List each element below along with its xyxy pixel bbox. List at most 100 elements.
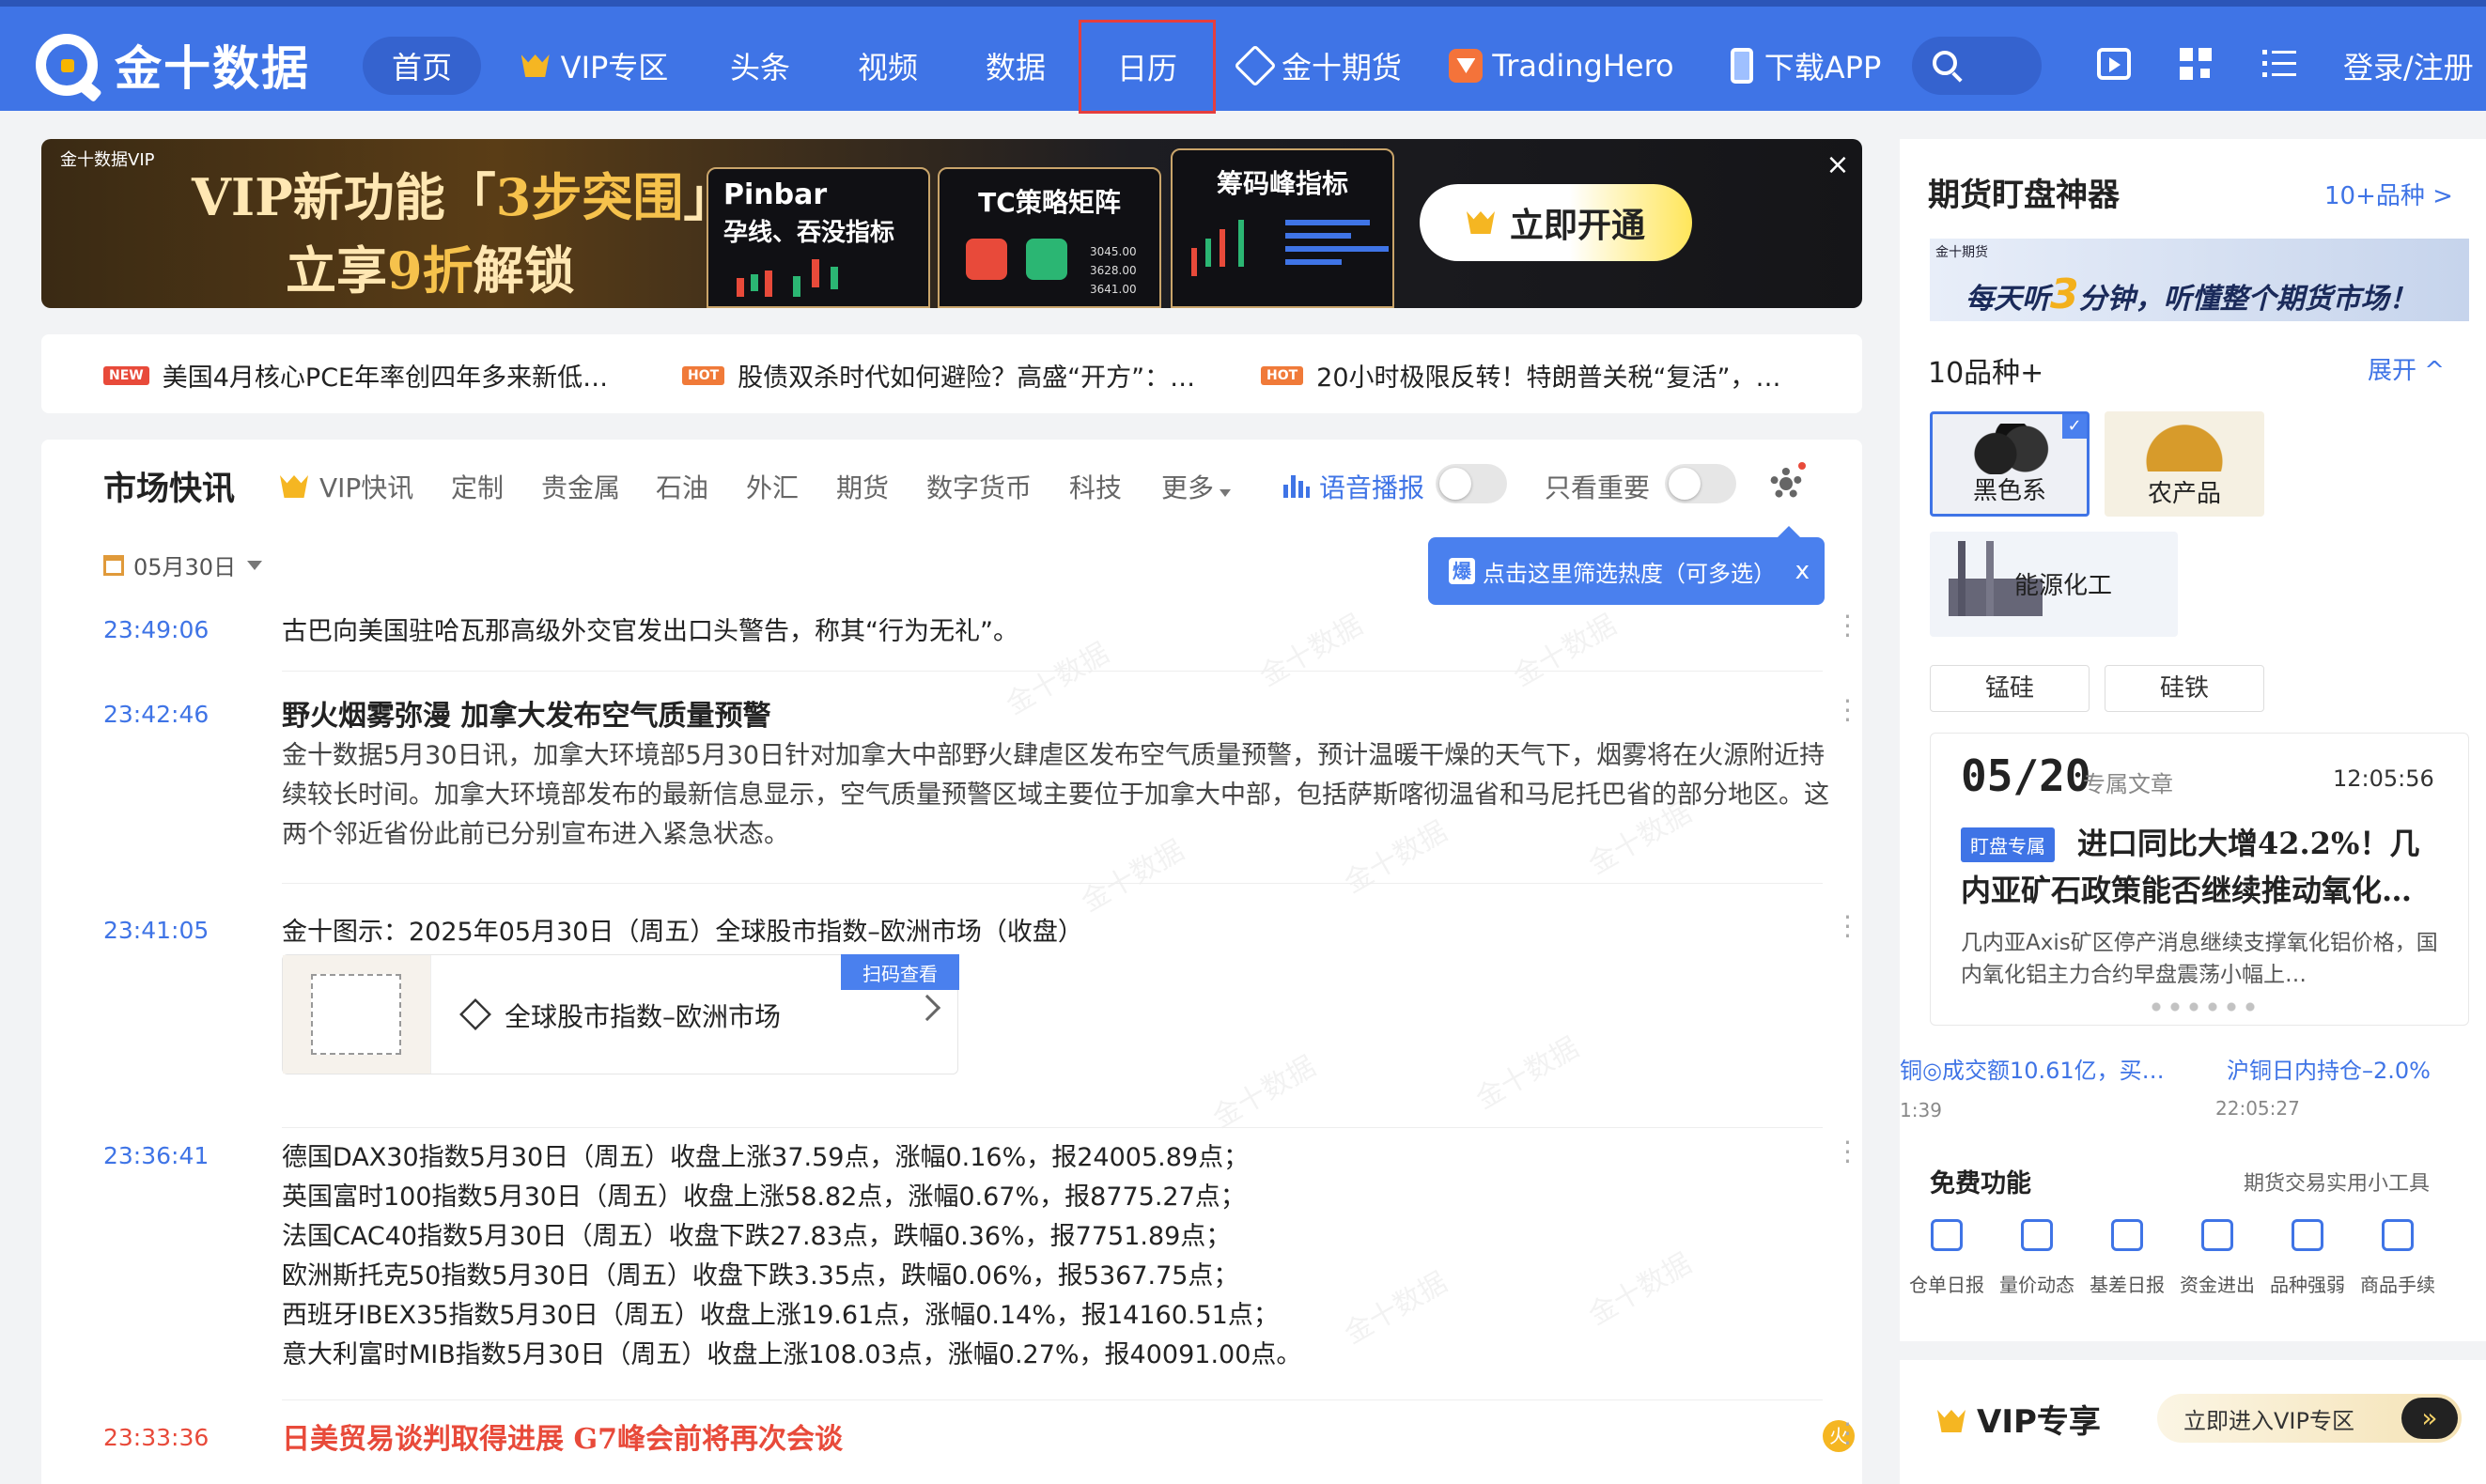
category-energy-chemical[interactable]: 能源化工 <box>1930 532 2178 637</box>
article-type: 专属文章 <box>2083 771 2173 797</box>
banner-brand: 金十数据VIP <box>60 150 155 170</box>
flash-headline: 日美贸易谈判取得进展 G7峰会前将再次会谈 <box>282 1423 843 1456</box>
nav-video[interactable]: 视频 <box>846 37 930 95</box>
flash-time: 23:41:05 <box>103 917 210 944</box>
login-register-link[interactable]: 登录/注册 <box>2343 44 2474 87</box>
nav-futures[interactable]: 金十期货 <box>1234 37 1404 95</box>
vip-promo-banner[interactable]: 金十数据VIP VIP新功能「3步突围」 立享9折解锁 Pinbar 孕线、吞没… <box>41 139 1862 308</box>
search-icon <box>1933 51 1957 75</box>
more-options-icon[interactable]: · · · <box>1843 1412 1853 1457</box>
strength-icon <box>2292 1219 2323 1251</box>
close-icon[interactable]: x <box>1795 557 1810 585</box>
ticker-item[interactable]: HOT 股债双杀时代如何避险？高盛“开方”：… <box>682 357 1246 394</box>
hot-icon: 爆 <box>1449 558 1475 584</box>
qrcode-icon[interactable] <box>2180 48 2214 80</box>
tab-futures[interactable]: 期货 <box>836 468 889 505</box>
commission-icon <box>2382 1219 2414 1251</box>
nav-download-app[interactable]: 下载APP <box>1723 37 1888 95</box>
category-ferrous[interactable]: ✓ 黑色系 <box>1930 411 2090 517</box>
article-time: 12:05:56 <box>2333 765 2434 792</box>
tab-more[interactable]: 更多 <box>1161 468 1232 505</box>
flash-text: 古巴向美国驻哈瓦那高级外交官发出口头警告，称其“行为无礼”。 <box>282 617 1018 646</box>
tool-fund-flow[interactable]: 资金进出 <box>2172 1219 2262 1297</box>
free-tools-subtitle: 期货交易实用小工具 <box>2244 1172 2431 1196</box>
flash-body: 金十数据5月30日讯，加拿大环境部5月30日针对加拿大中部野火肆虐区发布空气质量… <box>282 741 1829 849</box>
market-marquee[interactable]: 铜◎成交额10.61亿，买… <box>1900 1052 2165 1085</box>
calendar-icon <box>103 554 124 576</box>
date-selector[interactable]: 05月30日 <box>103 549 263 581</box>
ticker-item[interactable]: NEW 美国4月核心PCE年率创四年多来新低… <box>103 357 667 394</box>
category-title: 10品种+ <box>1928 357 2044 390</box>
carousel-dots[interactable] <box>2147 1002 2260 1012</box>
ticker-item[interactable]: HOT 20小时极限反转！特朗普关税“复活”，… <box>1261 357 1843 394</box>
tab-tech[interactable]: 科技 <box>1069 468 1122 505</box>
activate-vip-button[interactable]: 立即开通 <box>1420 184 1692 261</box>
basis-chart-icon <box>2111 1219 2143 1251</box>
flash-text: 金十图示：2025年05月30日（周五）全球股市指数–欧洲市场（收盘） <box>282 918 1083 947</box>
logo[interactable]: 金十数据 <box>36 34 310 96</box>
crown-icon <box>1466 211 1495 234</box>
important-only-toggle[interactable] <box>1665 464 1736 503</box>
close-icon[interactable]: × <box>1823 150 1853 180</box>
gear-icon[interactable] <box>1770 468 1802 500</box>
tab-vip-flash[interactable]: VIP快讯 <box>280 468 413 505</box>
exclusive-article-card[interactable]: 05/20 专属文章 12:05:56 进口同比大增42.2%！几内亚矿石政策能… <box>1930 733 2469 1026</box>
more-varieties-link[interactable]: 10+品种 > <box>2324 177 2453 211</box>
tab-custom[interactable]: 定制 <box>451 468 504 505</box>
tab-oil[interactable]: 石油 <box>656 468 708 505</box>
watermark: 金十数据 <box>1470 1030 1585 1117</box>
voice-broadcast-toggle[interactable] <box>1436 464 1507 503</box>
expand-link[interactable]: 展开 ^ <box>2368 351 2445 386</box>
variety-pill[interactable]: 锰硅 <box>1930 665 2090 712</box>
warehouse-icon <box>1931 1219 1963 1251</box>
nav-data[interactable]: 数据 <box>973 37 1058 95</box>
article-date: 05/20 <box>1961 750 2091 801</box>
flash-time: 23:33:36 <box>103 1424 210 1451</box>
marquee-time: 1:39 <box>1900 1099 1942 1121</box>
more-options-icon[interactable]: · · · <box>1843 688 1853 734</box>
tab-crypto[interactable]: 数字货币 <box>926 468 1032 505</box>
banner-headline-2: 立享9折解锁 <box>286 240 575 301</box>
enter-vip-zone-button[interactable]: 立即进入VIP专区» <box>2157 1394 2462 1443</box>
tool-basis-daily[interactable]: 基差日报 <box>2082 1219 2172 1297</box>
tool-variety-strength[interactable]: 品种强弱 <box>2262 1219 2353 1297</box>
nav-home[interactable]: 首页 <box>363 37 481 95</box>
nav-calendar[interactable]: 日历 <box>1079 20 1216 114</box>
category-agricultural[interactable]: 农产品 <box>2105 411 2264 517</box>
article-desc: 几内亚Axis矿区停产消息继续支撑氧化铝价格，国内氧化铝主力合约早盘震荡小幅上… <box>1961 931 2438 987</box>
tool-warehouse-receipt[interactable]: 仓单日报 <box>1902 1219 1992 1297</box>
article-tag: 盯盘专属 <box>1961 827 2055 862</box>
nav-tradinghero[interactable]: TradingHero <box>1449 37 1674 95</box>
tool-commission[interactable]: 商品手续 <box>2353 1219 2443 1297</box>
futures-sidebar: 期货盯盘神器 10+品种 > 金十期货 每天听3分钟，听懂整个期货市场！ 10品… <box>1900 139 2486 1341</box>
futures-audio-promo[interactable]: 金十期货 每天听3分钟，听懂整个期货市场！ <box>1930 239 2469 321</box>
search-button[interactable] <box>1912 37 2042 95</box>
checkmark-icon: ✓ <box>2062 414 2087 439</box>
more-options-icon[interactable]: · · · <box>1843 904 1853 950</box>
candle-chart-icon <box>737 259 838 297</box>
grain-icon <box>2142 421 2227 471</box>
new-badge: NEW <box>103 365 149 385</box>
nav-vip[interactable]: VIP专区 <box>515 37 675 95</box>
hot-badge: HOT <box>682 365 725 385</box>
more-options-icon[interactable]: · · · <box>1843 604 1853 649</box>
important-only-label: 只看重要 <box>1545 472 1651 503</box>
tab-forex[interactable]: 外汇 <box>746 468 799 505</box>
tradinghero-icon <box>1449 49 1484 83</box>
more-options-icon[interactable]: · · · <box>1843 1130 1853 1175</box>
futures-icon <box>1234 44 1277 87</box>
tab-precious-metals[interactable]: 贵金属 <box>541 468 620 505</box>
flash-headline: 野火烟雾弥漫 加拿大发布空气质量预警 <box>282 700 771 733</box>
chart-link-card[interactable]: 全球股市指数–欧洲市场 扫码查看 <box>282 954 959 1074</box>
flash-time: 23:36:41 <box>103 1142 210 1169</box>
double-chevron-right-icon: » <box>2401 1398 2458 1439</box>
market-marquee[interactable]: 沪铜日内持仓–2.0% <box>2227 1052 2431 1085</box>
top-navbar: 金十数据 首页 VIP专区 头条 视频 数据 日历 金十期货 TradingHe… <box>0 0 2486 114</box>
banner-headline-1: VIP新功能「3步突围」 <box>192 167 734 227</box>
tool-volume-price[interactable]: 量价动态 <box>1992 1219 2082 1297</box>
variety-pill[interactable]: 硅铁 <box>2105 665 2264 712</box>
scan-qr-button[interactable]: 扫码查看 <box>841 954 959 990</box>
nav-headlines[interactable]: 头条 <box>718 37 802 95</box>
video-live-icon[interactable] <box>2097 48 2131 80</box>
menu-list-icon[interactable] <box>2262 48 2296 80</box>
